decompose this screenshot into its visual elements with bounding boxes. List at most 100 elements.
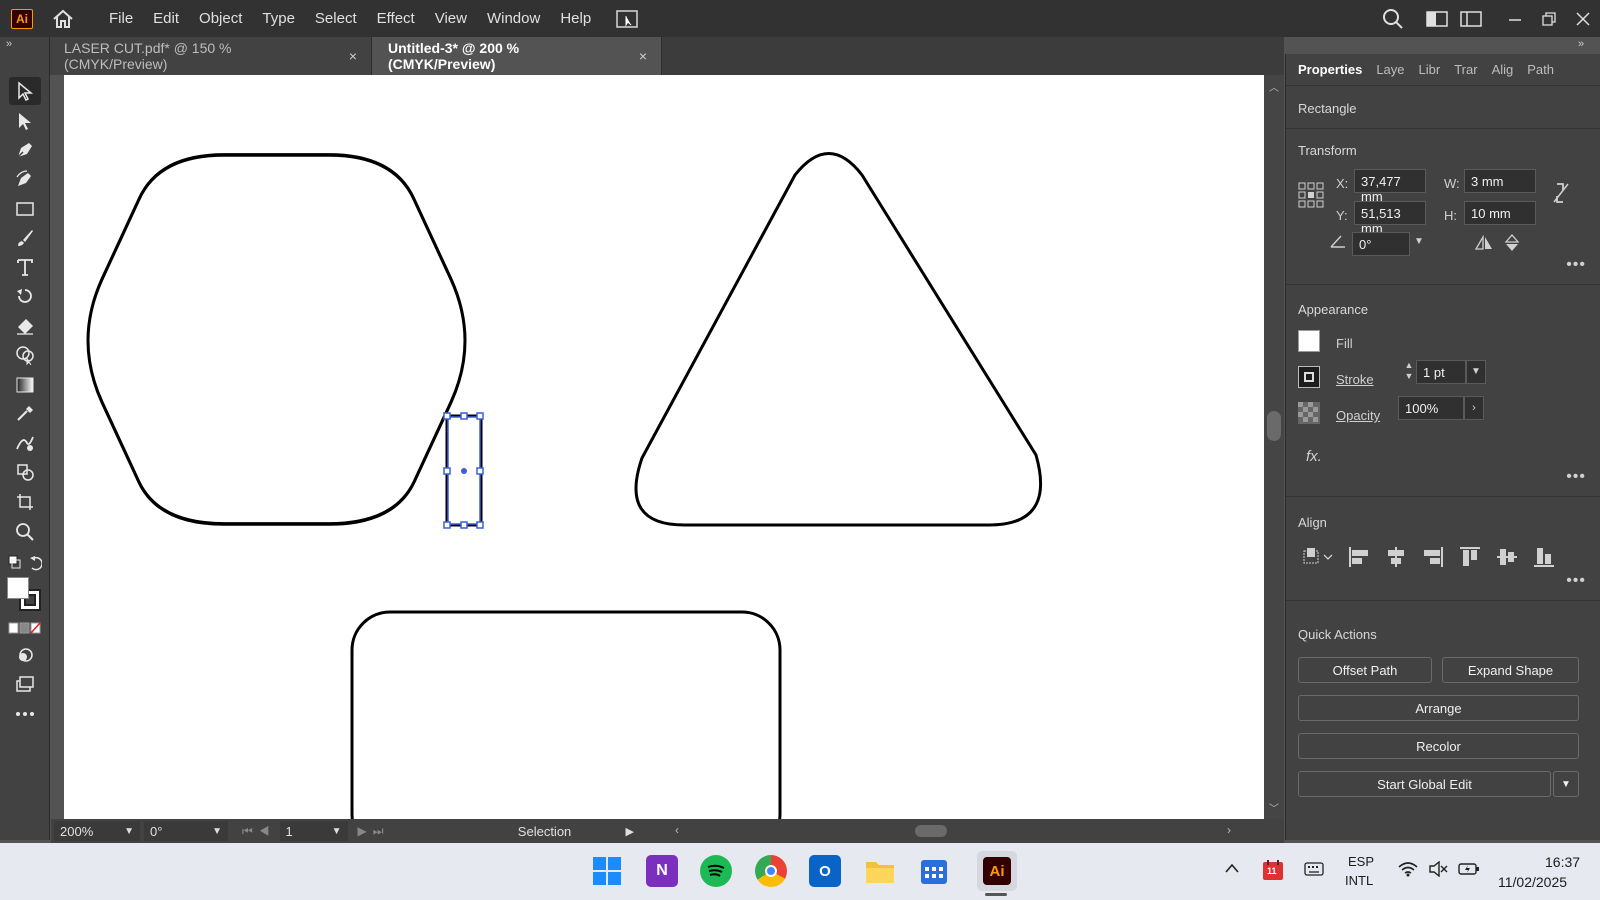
- selected-rectangle[interactable]: [443, 412, 484, 529]
- offset-path-button[interactable]: Offset Path: [1298, 657, 1432, 683]
- type-tool-icon[interactable]: [9, 253, 41, 281]
- tab-properties[interactable]: Properties: [1286, 62, 1369, 77]
- tab-transform[interactable]: Trar: [1447, 62, 1484, 77]
- scroll-left-arrow[interactable]: ‹: [675, 823, 679, 837]
- horizontal-scrollbar[interactable]: ‹ ›: [675, 821, 1231, 841]
- align-vertical-center-icon[interactable]: [1496, 546, 1518, 573]
- artboard-first-prev-icons[interactable]: ⏮◀: [242, 824, 276, 839]
- direct-selection-tool-icon[interactable]: [9, 107, 41, 135]
- menu-object[interactable]: Object: [189, 0, 252, 37]
- expand-shape-button[interactable]: Expand Shape: [1442, 657, 1579, 683]
- vertical-scrollbar[interactable]: ︿ ﹀: [1264, 75, 1284, 819]
- selection-handle[interactable]: [460, 521, 468, 529]
- keyboard-icon[interactable]: [1304, 861, 1324, 882]
- file-explorer-icon[interactable]: [864, 855, 896, 887]
- clock-time[interactable]: 16:37: [1545, 854, 1580, 870]
- close-window-icon[interactable]: [1566, 0, 1600, 37]
- recolor-button[interactable]: Recolor: [1298, 733, 1579, 759]
- triangle-shape[interactable]: [634, 152, 1043, 527]
- toolbar-collapse-icon[interactable]: »: [6, 38, 12, 50]
- appearance-more-options-icon[interactable]: •••: [1566, 468, 1586, 486]
- selection-handle[interactable]: [476, 521, 484, 529]
- menu-select[interactable]: Select: [305, 0, 367, 37]
- fill-swatch[interactable]: [7, 577, 29, 599]
- scroll-down-arrow[interactable]: ﹀: [1269, 800, 1279, 815]
- selection-handle[interactable]: [476, 412, 484, 420]
- selection-handle[interactable]: [460, 412, 468, 420]
- align-top-icon[interactable]: [1459, 546, 1481, 573]
- y-input[interactable]: 51,513 mm: [1354, 201, 1426, 236]
- fx-icon[interactable]: fx.: [1306, 448, 1322, 465]
- tab-align[interactable]: Alig: [1485, 62, 1521, 77]
- menu-help[interactable]: Help: [550, 0, 601, 37]
- rounded-rectangle-shape[interactable]: [350, 610, 782, 819]
- windows-start-icon[interactable]: [591, 855, 623, 887]
- flip-horizontal-icon[interactable]: [1474, 234, 1494, 256]
- fill-stroke-swatch[interactable]: [7, 577, 43, 613]
- stroke-weight-dropdown-icon[interactable]: ▼: [1466, 360, 1486, 384]
- swap-fill-stroke-icon[interactable]: [8, 555, 43, 576]
- menu-view[interactable]: View: [425, 0, 477, 37]
- eraser-tool-icon[interactable]: [9, 312, 41, 340]
- selection-handle[interactable]: [476, 467, 484, 475]
- stroke-weight-input[interactable]: 1 pt: [1416, 360, 1466, 384]
- stroke-color-swatch[interactable]: [1298, 366, 1320, 388]
- search-icon[interactable]: [1376, 0, 1410, 37]
- reference-point-icon[interactable]: [1298, 182, 1324, 213]
- close-tab-icon[interactable]: ×: [639, 48, 647, 64]
- rotation-select[interactable]: 0° ▼: [144, 821, 228, 841]
- spotify-icon[interactable]: [700, 855, 732, 887]
- constrain-proportions-icon[interactable]: [1552, 182, 1570, 209]
- paintbrush-tool-icon[interactable]: [9, 224, 41, 252]
- scroll-right-arrow[interactable]: ›: [1227, 823, 1231, 837]
- panel-collapse-icon[interactable]: »: [1578, 38, 1584, 50]
- language-indicator[interactable]: ESP: [1348, 854, 1374, 869]
- pen-tool-icon[interactable]: [9, 136, 41, 164]
- canvas-area[interactable]: [51, 75, 1284, 819]
- home-icon[interactable]: [51, 8, 75, 30]
- height-input[interactable]: 10 mm: [1464, 201, 1536, 225]
- align-right-icon[interactable]: [1422, 546, 1444, 573]
- screen-mode-tool-icon[interactable]: [9, 670, 41, 698]
- arrange-button[interactable]: Arrange: [1298, 695, 1579, 721]
- calendar-app-icon[interactable]: [918, 855, 950, 887]
- arrange-documents-icon[interactable]: [615, 8, 639, 30]
- align-to-selection-icon[interactable]: [1302, 546, 1334, 571]
- color-mode-icons[interactable]: [8, 621, 42, 639]
- tab-untitled-3[interactable]: Untitled-3* @ 200 % (CMYK/Preview) ×: [372, 37, 662, 75]
- selection-tool-icon[interactable]: [9, 77, 41, 105]
- align-bottom-icon[interactable]: [1533, 546, 1555, 573]
- align-more-options-icon[interactable]: •••: [1566, 572, 1586, 590]
- stroke-label[interactable]: Stroke: [1336, 372, 1374, 387]
- outlook-icon[interactable]: O: [809, 855, 841, 887]
- status-menu-arrow-icon[interactable]: ▶: [626, 825, 634, 838]
- menu-file[interactable]: File: [99, 0, 143, 37]
- chevron-up-icon[interactable]: [1224, 861, 1240, 879]
- x-input[interactable]: 37,477 mm: [1354, 169, 1426, 204]
- global-edit-options-chevron-icon[interactable]: ▼: [1553, 771, 1579, 797]
- artboard-number-select[interactable]: 1 ▼: [279, 821, 348, 841]
- curvature-tool-icon[interactable]: [9, 165, 41, 193]
- tab-laser-cut[interactable]: LASER CUT.pdf* @ 150 % (CMYK/Preview) ×: [48, 37, 372, 75]
- fill-color-swatch[interactable]: [1298, 330, 1320, 352]
- menu-effect[interactable]: Effect: [367, 0, 425, 37]
- selection-handle[interactable]: [443, 467, 451, 475]
- menu-type[interactable]: Type: [252, 0, 305, 37]
- keyboard-layout-indicator[interactable]: INTL: [1345, 873, 1373, 888]
- menu-edit[interactable]: Edit: [143, 0, 189, 37]
- tab-libraries[interactable]: Libr: [1412, 62, 1448, 77]
- flip-vertical-icon[interactable]: [1504, 234, 1520, 257]
- zoom-tool-icon[interactable]: [9, 518, 41, 546]
- volume-muted-icon[interactable]: [1428, 860, 1448, 882]
- chrome-icon[interactable]: [755, 855, 787, 887]
- hexagon-shape[interactable]: [86, 153, 467, 526]
- onenote-icon[interactable]: N: [646, 855, 678, 887]
- opacity-label[interactable]: Opacity: [1336, 408, 1380, 423]
- align-horizontal-center-icon[interactable]: [1385, 546, 1407, 573]
- selection-handle[interactable]: [443, 521, 451, 529]
- symbol-sprayer-tool-icon[interactable]: [9, 458, 41, 486]
- opacity-slider-arrow-icon[interactable]: ›: [1464, 396, 1484, 420]
- battery-icon[interactable]: [1458, 861, 1480, 882]
- tab-pathfinder[interactable]: Path: [1520, 62, 1561, 77]
- selection-handle[interactable]: [443, 412, 451, 420]
